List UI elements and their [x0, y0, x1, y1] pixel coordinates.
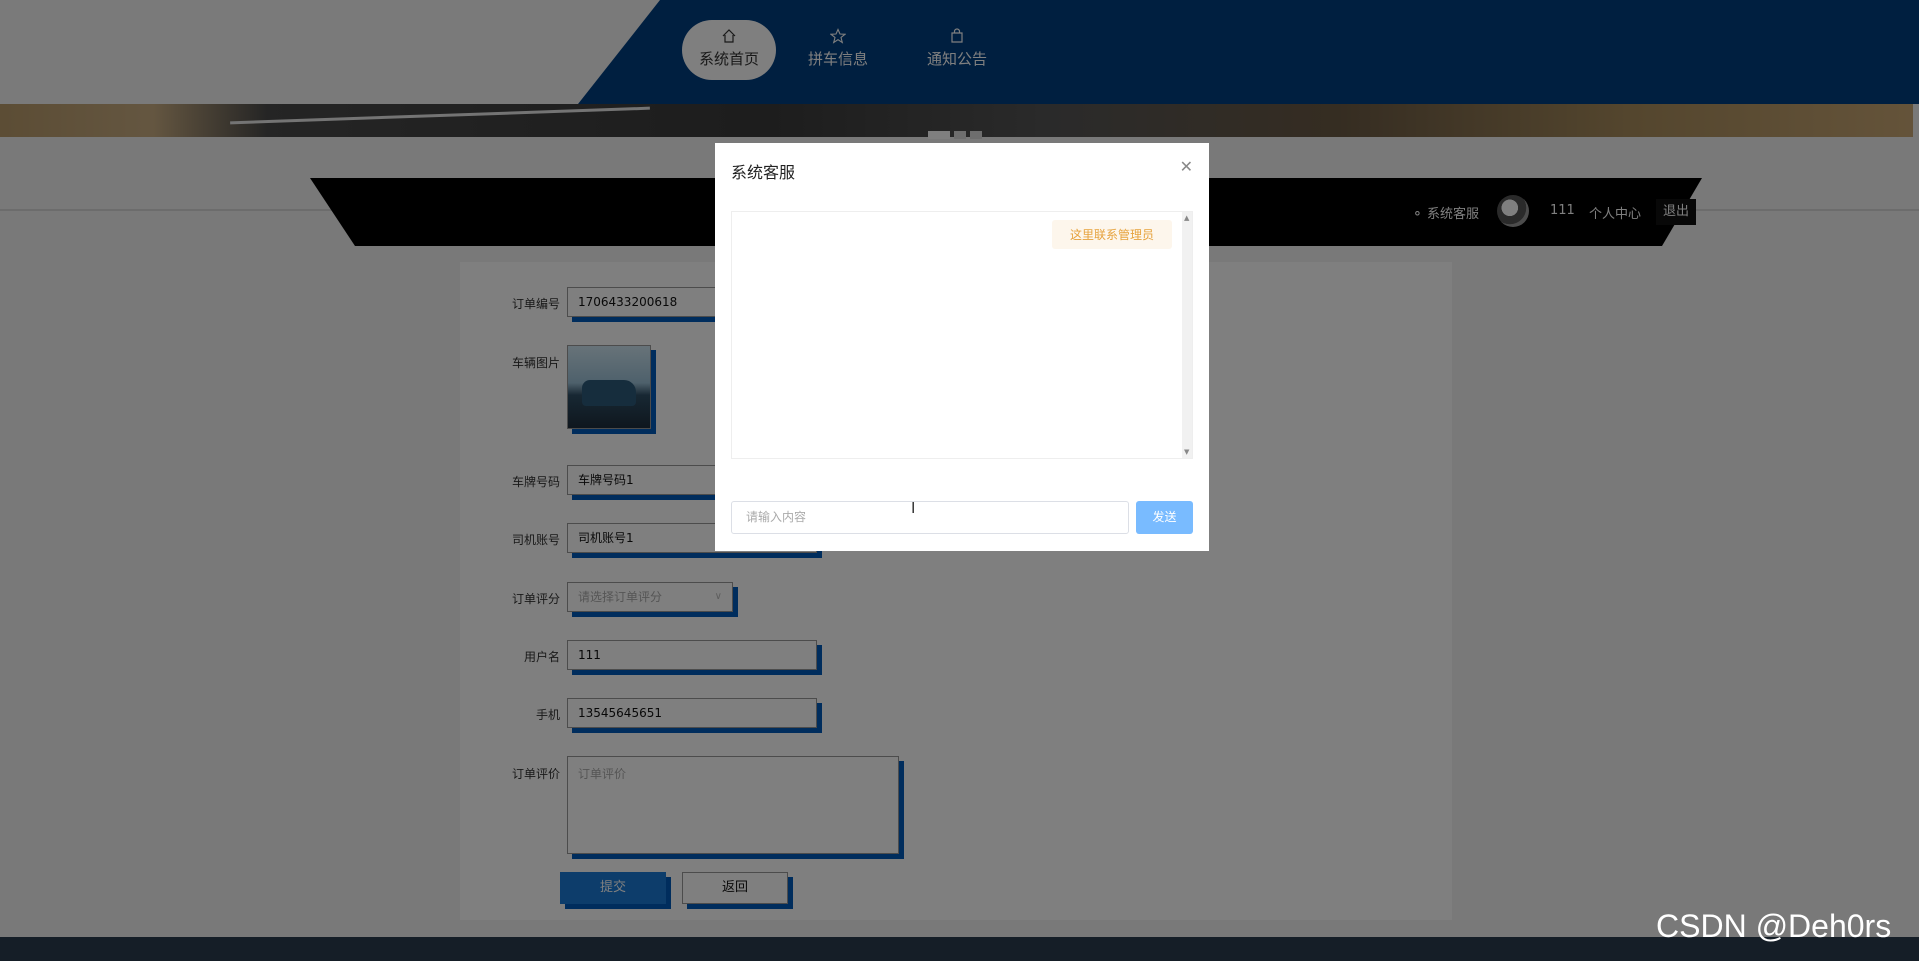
text-cursor-icon: I	[911, 499, 916, 517]
send-button[interactable]: 发送	[1136, 501, 1193, 534]
dialog-title: 系统客服	[731, 163, 796, 182]
chat-input[interactable]: 请输入内容	[731, 501, 1129, 534]
chat-message: 这里联系管理员	[1051, 220, 1172, 249]
close-icon[interactable]: ✕	[1180, 157, 1193, 176]
watermark: CSDN @Deh0rs	[1656, 908, 1892, 944]
chat-scrollbar[interactable]: ▲ ▼	[1182, 212, 1192, 458]
scroll-down-icon[interactable]: ▼	[1184, 448, 1189, 456]
chat-messages[interactable]: 这里联系管理员 ▲ ▼	[731, 211, 1193, 459]
service-dialog: 系统客服 ✕ 这里联系管理员 ▲ ▼ 请输入内容 I 发送	[715, 143, 1209, 551]
scroll-up-icon[interactable]: ▲	[1184, 214, 1189, 222]
